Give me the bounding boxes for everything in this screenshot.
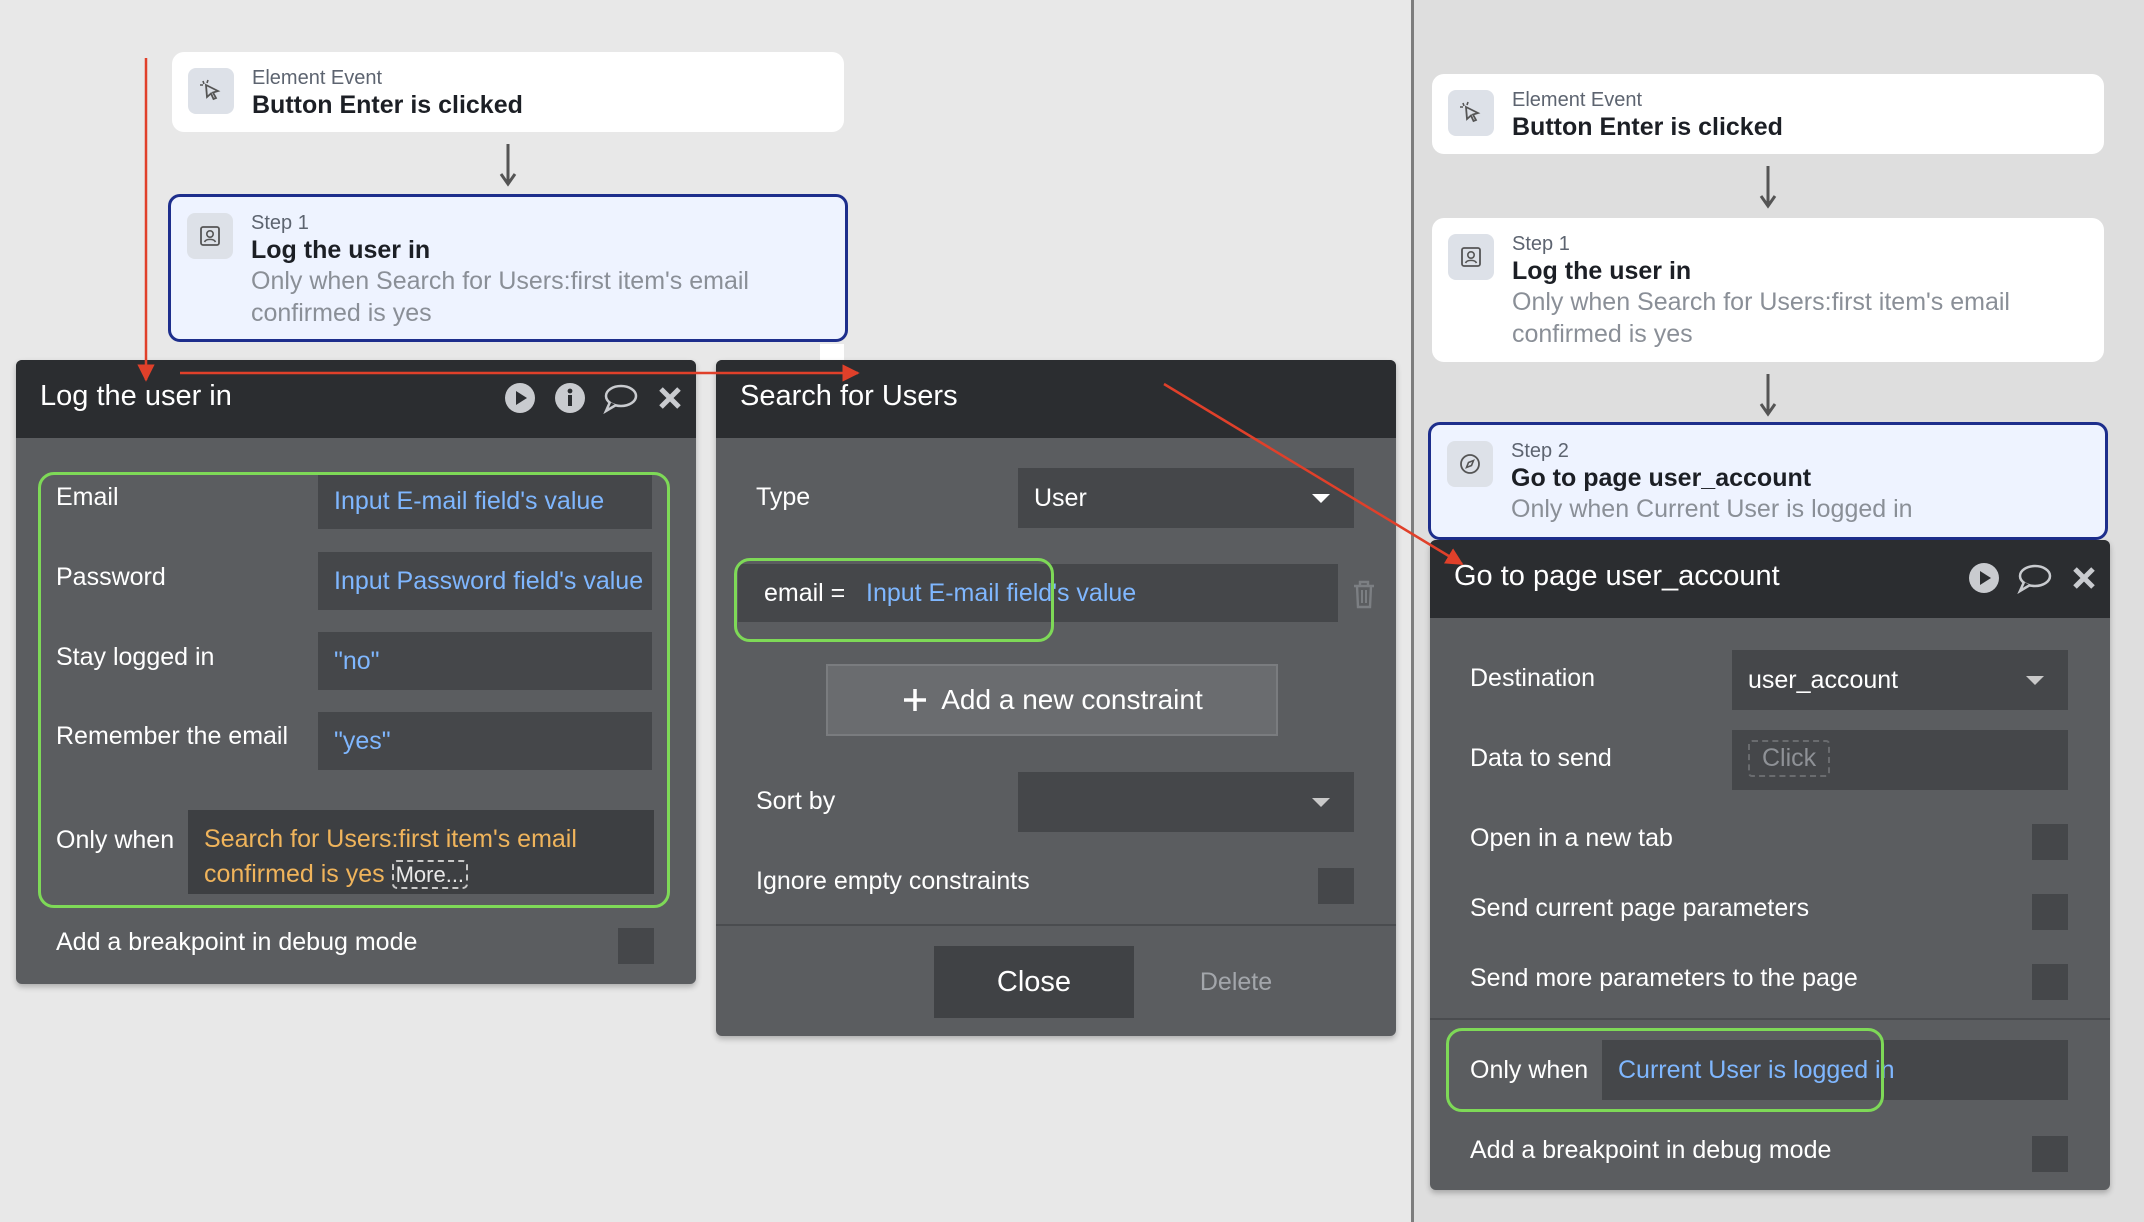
more-params-checkbox[interactable] — [2032, 964, 2068, 1000]
breakpoint-label: Add a breakpoint in debug mode — [56, 928, 418, 956]
more-params-label: Send more parameters to the page — [1470, 964, 1858, 992]
panel-title: Log the user in — [40, 380, 232, 412]
cursor-click-icon — [1448, 90, 1494, 136]
event-card-title: Button Enter is clicked — [252, 91, 523, 119]
panel-header: Log the user in — [16, 360, 696, 438]
step2-condition: Only when Current User is logged in — [1511, 495, 1913, 523]
delete-button[interactable]: Delete — [1156, 946, 1316, 1018]
dropdown-caret-icon — [2026, 676, 2044, 685]
cursor-click-icon — [188, 68, 234, 114]
panel-title: Search for Users — [740, 380, 958, 412]
breakpoint-checkbox[interactable] — [618, 928, 654, 964]
data-to-send-label: Data to send — [1470, 744, 1612, 772]
open-new-tab-label: Open in a new tab — [1470, 824, 1673, 852]
event-card-title: Button Enter is clicked — [1512, 113, 1783, 141]
event-card[interactable]: Element Event Button Enter is clicked — [1432, 74, 2104, 154]
play-icon[interactable] — [502, 380, 538, 416]
divider — [716, 924, 1396, 926]
step2-title: Go to page user_account — [1511, 464, 1812, 492]
plus-icon — [904, 689, 927, 711]
flow-arrow-icon — [1759, 374, 1777, 417]
play-icon[interactable] — [1966, 560, 2002, 596]
log-user-in-panel: Log the user in Email Input E-mail field… — [16, 360, 696, 984]
go-to-page-panel: Go to page user_account Destination user… — [1430, 540, 2110, 1190]
panel-title: Go to page user_account — [1454, 560, 1780, 592]
sort-by-label: Sort by — [756, 787, 836, 815]
event-card-subtitle: Element Event — [1512, 89, 1643, 111]
dropdown-caret-icon — [1312, 494, 1330, 503]
highlight-box — [734, 558, 1054, 642]
flow-arrow-icon — [499, 144, 517, 187]
highlight-box — [38, 472, 670, 908]
click-placeholder[interactable]: Click — [1748, 740, 1831, 777]
comment-icon[interactable] — [2016, 560, 2052, 596]
divider — [1430, 1018, 2110, 1020]
send-params-checkbox[interactable] — [2032, 894, 2068, 930]
canvas-divider — [1411, 0, 1414, 1222]
add-constraint-label: Add a new constraint — [941, 684, 1203, 715]
info-icon[interactable] — [552, 380, 588, 416]
add-constraint-button[interactable]: Add a new constraint — [826, 664, 1278, 736]
compass-icon — [1447, 441, 1493, 487]
search-for-users-panel: Search for Users Type User email = Input… — [716, 360, 1396, 1036]
event-card-subtitle: Element Event — [252, 67, 383, 89]
step1-condition: Only when Search for Users:first item's … — [1512, 288, 2010, 348]
step1-subtitle: Step 1 — [251, 212, 309, 234]
dropdown-caret-icon — [1312, 798, 1330, 807]
breakpoint-checkbox[interactable] — [2032, 1136, 2068, 1172]
step1-subtitle: Step 1 — [1512, 233, 1570, 255]
send-params-label: Send current page parameters — [1470, 894, 1810, 922]
close-button[interactable]: Close — [934, 946, 1134, 1018]
sort-by-dropdown[interactable] — [1018, 772, 1354, 832]
step2-subtitle: Step 2 — [1511, 440, 1569, 462]
destination-dropdown[interactable]: user_account — [1732, 650, 2068, 710]
type-dropdown[interactable]: User — [1018, 468, 1354, 528]
destination-label: Destination — [1470, 664, 1596, 692]
type-label: Type — [756, 483, 811, 511]
close-icon[interactable] — [2066, 560, 2102, 596]
flow-arrow-icon — [1759, 166, 1777, 209]
step1-title: Log the user in — [251, 236, 431, 264]
panel-header: Search for Users — [716, 360, 1396, 438]
highlight-box — [1446, 1028, 1884, 1112]
user-login-icon — [1448, 234, 1494, 280]
close-icon[interactable] — [652, 380, 688, 416]
comment-icon[interactable] — [602, 380, 638, 416]
step2-card[interactable]: Step 2 Go to page user_account Only when… — [1428, 422, 2108, 540]
step1-condition: Only when Search for Users:first item's … — [251, 267, 749, 327]
breakpoint-label: Add a breakpoint in debug mode — [1470, 1136, 1832, 1164]
open-new-tab-checkbox[interactable] — [2032, 824, 2068, 860]
step1-card[interactable]: Step 1 Log the user in Only when Search … — [1432, 218, 2104, 362]
step1-title: Log the user in — [1512, 257, 1692, 285]
trash-icon[interactable] — [1350, 578, 1378, 615]
step1-card[interactable]: Step 1 Log the user in Only when Search … — [168, 194, 848, 342]
panel-header: Go to page user_account — [1430, 540, 2110, 618]
user-login-icon — [187, 213, 233, 259]
ignore-empty-label: Ignore empty constraints — [756, 867, 1030, 895]
ignore-empty-checkbox[interactable] — [1318, 868, 1354, 904]
event-card[interactable]: Element Event Button Enter is clicked — [172, 52, 844, 132]
